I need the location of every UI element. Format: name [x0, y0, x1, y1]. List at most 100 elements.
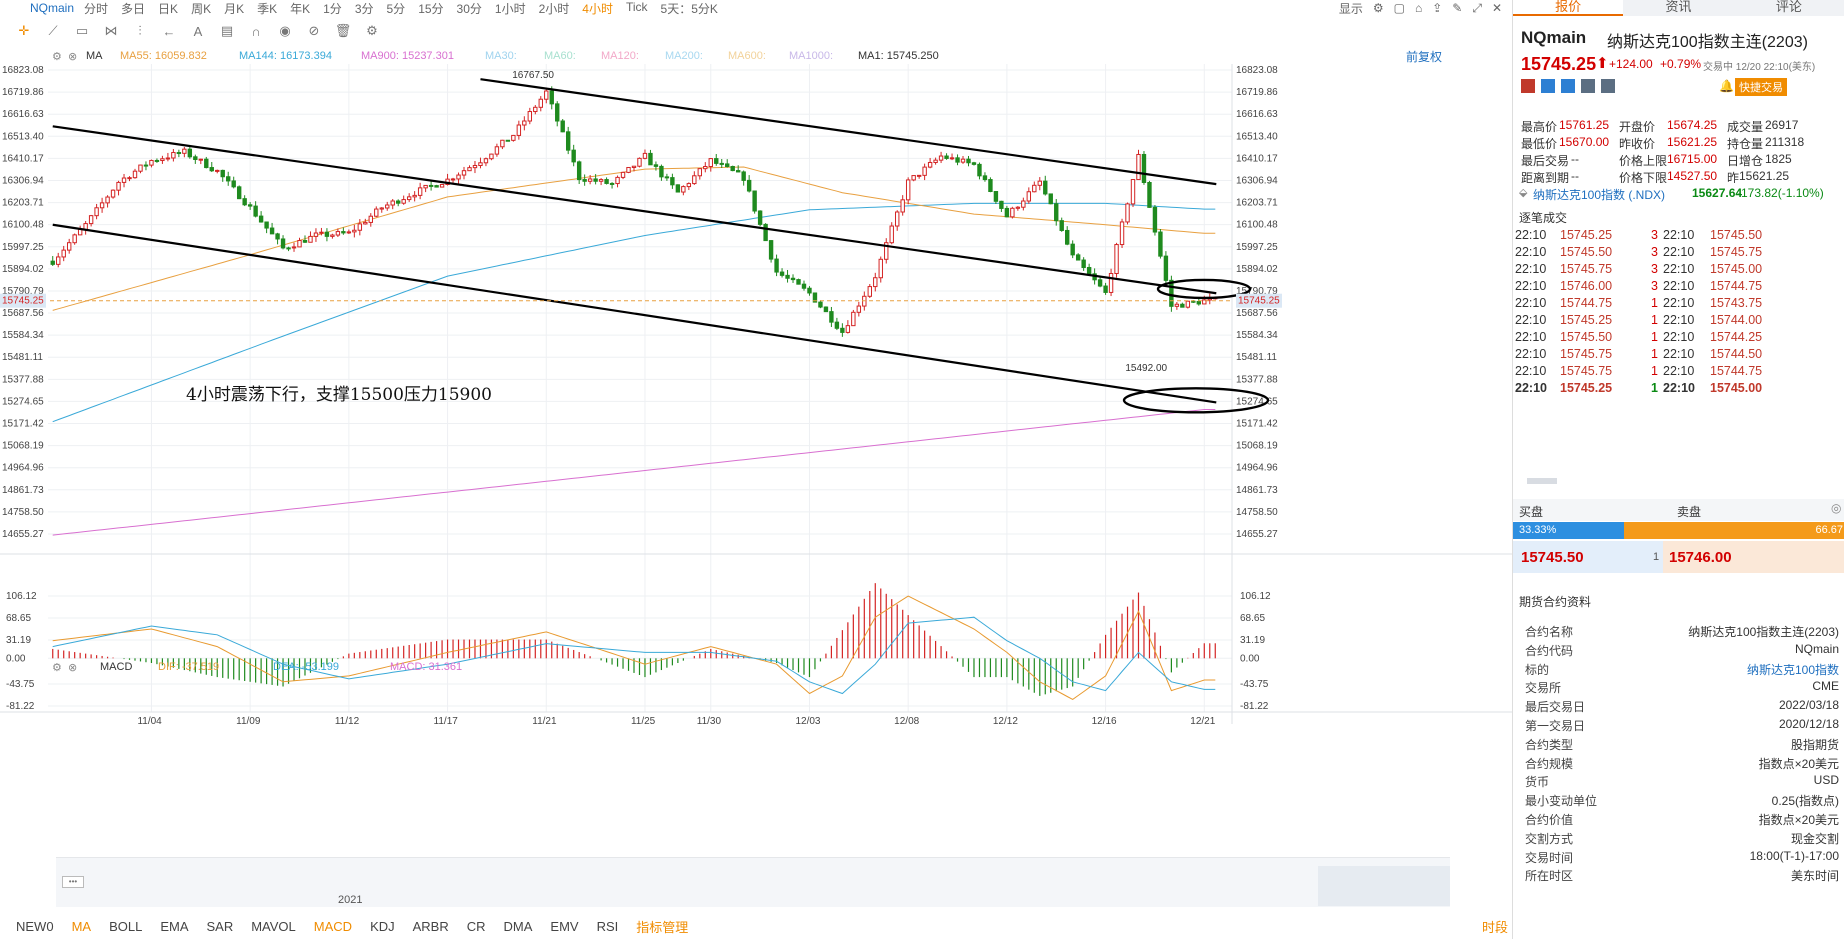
indicator-cr[interactable]: CR [467, 919, 486, 934]
indicator-boll[interactable]: BOLL [109, 919, 142, 934]
share-icon[interactable]: ⇪ [1432, 1, 1442, 15]
spec-value: 2020/12/18 [1778, 717, 1839, 731]
ma144-value: MA144: 16173.394 [239, 50, 332, 62]
period-16[interactable]: 5天：5分K [661, 0, 718, 16]
period-15[interactable]: Tick [626, 0, 648, 16]
symbol-label[interactable]: NQmain [30, 1, 74, 15]
rect-tool-icon[interactable]: ▭ [72, 23, 92, 39]
close-icon[interactable]: ⊗ [68, 661, 77, 674]
gear-icon[interactable]: ⚙ [52, 661, 62, 674]
indicator-sar[interactable]: SAR [206, 919, 233, 934]
adjust-button[interactable]: 前复权 [1406, 48, 1442, 65]
spec-key: 所在时区 [1525, 869, 1574, 884]
quick-trade-button[interactable]: 快捷交易 [1735, 78, 1787, 96]
macd-label[interactable]: MACD [100, 661, 132, 673]
bid-cell[interactable]: 15745.50 1 [1513, 541, 1663, 573]
tab-comments[interactable]: 评论 [1734, 0, 1844, 16]
period-2[interactable]: 日K [158, 0, 178, 16]
crosshair-icon[interactable]: ✛ [14, 23, 34, 39]
candle-body [1026, 191, 1032, 202]
navigator-handle[interactable]: ••• [62, 876, 84, 888]
y-tick-label-right: 14964.96 [1236, 463, 1278, 474]
chart-icon[interactable] [1601, 79, 1615, 93]
trendline-tool-icon[interactable]: ⟋ [43, 23, 63, 39]
close-icon[interactable]: ⊗ [68, 50, 77, 63]
time-segment-button[interactable]: 时段 [1482, 917, 1508, 936]
spec-value[interactable]: 纳斯达克100指数 [1747, 661, 1839, 678]
period-14[interactable]: 4小时 [582, 0, 613, 16]
settings-icon[interactable]: ⚙ [362, 23, 382, 39]
fullscreen-icon[interactable]: ⤢ [1472, 1, 1482, 16]
doc-icon[interactable] [1581, 79, 1595, 93]
period-1[interactable]: 多日 [121, 0, 145, 16]
period-3[interactable]: 周K [191, 0, 211, 16]
arrow-tool-icon[interactable]: ← [159, 24, 179, 39]
candle-body [944, 155, 949, 159]
period-11[interactable]: 30分 [457, 0, 482, 16]
indicator-macd[interactable]: MACD [314, 919, 352, 934]
indicator-emv[interactable]: EMV [550, 919, 578, 934]
candle-body [620, 171, 626, 178]
period-9[interactable]: 5分 [387, 0, 406, 16]
trades-scrollbar[interactable] [1527, 478, 1557, 484]
period-8[interactable]: 3分 [355, 0, 374, 16]
chart-canvas[interactable]: 11/04 11/09 11/12 11/17 11/21 11/25 11/30 12/03… [0, 64, 1512, 854]
camera-icon[interactable]: ⌂ [1415, 1, 1422, 15]
period-10[interactable]: 15分 [418, 0, 443, 16]
ask-cell[interactable]: 15746.00 [1663, 541, 1844, 573]
pattern-tool-icon[interactable]: ⋈ [101, 23, 121, 39]
indicator-rsi[interactable]: RSI [597, 919, 619, 934]
candle-body [533, 106, 538, 113]
index-row[interactable]: ⬙ 纳斯达克100指数 (.NDX) 15627.64 -173.82(-1.1… [1513, 183, 1844, 203]
period-4[interactable]: 月K [224, 0, 244, 16]
magnet-icon[interactable]: ∩ [246, 24, 266, 39]
indicator-ma[interactable]: MA [72, 919, 92, 934]
gear-icon[interactable]: ⚙ [1373, 1, 1384, 15]
indicator-manager[interactable]: 指标管理 [636, 917, 688, 936]
layout-icon[interactable]: ▢ [1394, 1, 1405, 15]
close-icon[interactable]: ✕ [1492, 1, 1502, 15]
y-tick-label-right: 16203.71 [1236, 198, 1278, 209]
candle-body [154, 159, 160, 162]
ma-label[interactable]: MA [86, 50, 103, 62]
candle-body [593, 178, 598, 182]
quote-panel: 报价 资讯 评论 NQmain 纳斯达克100指数主连(2203) 15745.… [1512, 0, 1844, 939]
indicator-new0[interactable]: NEW0 [16, 919, 54, 934]
display-menu[interactable]: 显示 [1339, 0, 1363, 16]
text-tool-icon[interactable]: A [188, 24, 208, 39]
flag-icon[interactable] [1521, 79, 1535, 93]
people-icon[interactable] [1561, 79, 1575, 93]
spec-value: 2022/03/18 [1778, 698, 1839, 713]
period-12[interactable]: 1小时 [495, 0, 526, 16]
pen-icon[interactable]: ✎ [1452, 1, 1462, 15]
indicator-dma[interactable]: DMA [504, 919, 533, 934]
period-7[interactable]: 1分 [323, 0, 342, 16]
candle-body [77, 228, 83, 236]
candle-body [1054, 203, 1059, 222]
bell-icon[interactable]: 🔔 [1719, 79, 1734, 93]
candle-body [752, 190, 757, 212]
navigator-viewport[interactable] [1318, 866, 1450, 906]
period-6[interactable]: 年K [290, 0, 310, 16]
tab-news[interactable]: 资讯 [1623, 0, 1733, 16]
candle-body [659, 165, 664, 178]
eye-icon[interactable]: ◉ [275, 23, 295, 39]
note-tool-icon[interactable]: ▤ [217, 23, 237, 39]
trade-volume: 1 [1651, 381, 1658, 395]
period-13[interactable]: 2小时 [539, 0, 570, 16]
range-navigator[interactable]: ••• 2021 [56, 857, 1450, 907]
indicator-mavol[interactable]: MAVOL [251, 919, 296, 934]
delete-icon[interactable]: 🗑 [333, 23, 353, 39]
gear-icon[interactable]: ⚙ [52, 50, 62, 63]
tab-quote[interactable]: 报价 [1513, 0, 1624, 16]
orderbook-settings-icon[interactable]: ◎ [1831, 501, 1841, 515]
y-tick-label-left: 14861.73 [2, 485, 44, 496]
period-5[interactable]: 季K [257, 0, 277, 16]
indicator-kdj[interactable]: KDJ [370, 919, 395, 934]
erase-icon[interactable]: ⊘ [304, 23, 324, 39]
indicator-ema[interactable]: EMA [160, 919, 188, 934]
fib-tool-icon[interactable]: ⫶ [130, 23, 150, 39]
period-0[interactable]: 分时 [84, 0, 108, 16]
lightning-icon[interactable] [1541, 79, 1555, 93]
indicator-arbr[interactable]: ARBR [413, 919, 449, 934]
